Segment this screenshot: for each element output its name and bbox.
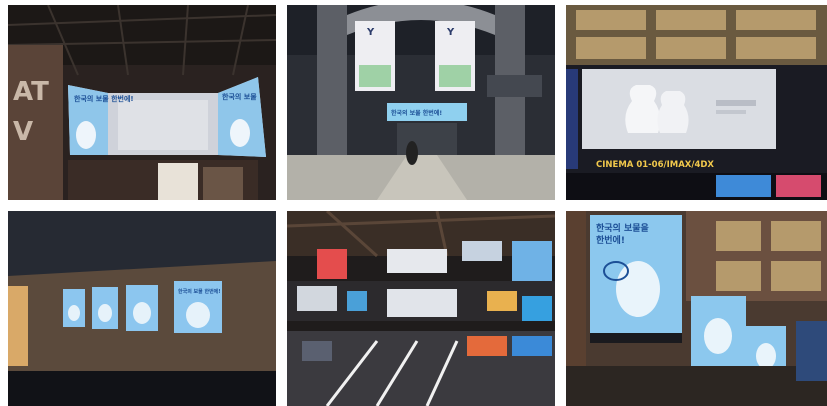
svg-text:AT: AT: [13, 77, 49, 107]
photo-multiplex-lobby-screens: [287, 211, 555, 406]
led-left-text: 한국의 보물 한번에!: [74, 94, 134, 103]
led-right-text: 한국의 보물: [222, 92, 257, 101]
svg-text:V: V: [13, 117, 33, 147]
banner-left-logo: Y: [366, 27, 375, 38]
photo-theater-lobby-curved-led-wall: AT V 한국의 보물 한번에! 한국의 보물: [8, 5, 276, 200]
photo-collage: AT V 한국의 보물 한번에! 한국의 보물 Y Y 한국의 보물 한번에! …: [0, 0, 827, 406]
poster-headline-1: 한국의 보물을: [596, 222, 649, 234]
corridor-poster-text: 한국의 보물 한번에!: [178, 288, 221, 295]
photo-corridor-lightbox-posters: 한국의 보물 한번에!: [8, 211, 276, 406]
poster-headline-2: 한번에!: [596, 234, 625, 246]
cinema-sign-text: CINEMA 01-06/IMAX/4DX: [596, 160, 714, 170]
banner-right-logo: Y: [446, 27, 455, 38]
atrium-screen-text: 한국의 보물 한번에!: [391, 109, 442, 117]
photo-atrium-hanging-banners: Y Y 한국의 보물 한번에!: [287, 5, 555, 200]
photo-screen-vases-cinema: CINEMA 01-06/IMAX/4DX: [566, 5, 827, 200]
photo-hanging-poster-closeup: 한국의 보물을 한번에!: [566, 211, 827, 406]
